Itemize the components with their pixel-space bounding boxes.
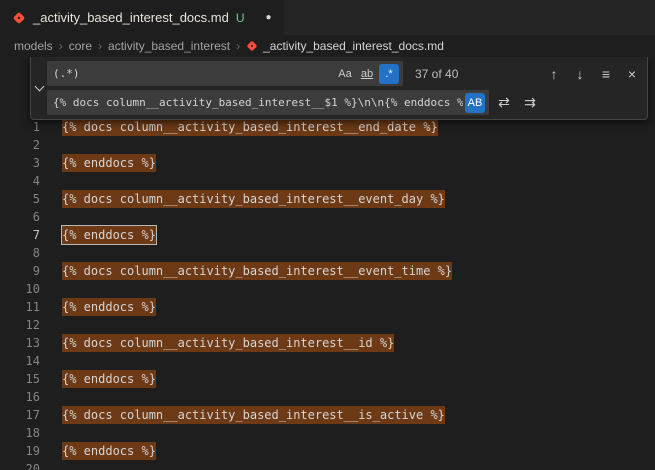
dbt-file-icon [246, 40, 258, 52]
chevron-down-icon [34, 82, 44, 92]
editor[interactable]: 1 {% docs column__activity_based_interes… [0, 57, 655, 470]
editor-line[interactable]: 15 {% enddocs %} [0, 370, 655, 388]
breadcrumb: models › core › activity_based_interest … [0, 35, 655, 57]
code-text[interactable]: {% enddocs %} [62, 154, 156, 172]
line-number: 20 [0, 460, 40, 470]
next-match-icon[interactable]: ↓ [569, 63, 591, 85]
editor-line[interactable]: 5 {% docs column__activity_based_interes… [0, 190, 655, 208]
code-text[interactable]: {% enddocs %} [62, 226, 156, 244]
line-number: 16 [0, 388, 40, 406]
editor-line[interactable]: 18 [0, 424, 655, 442]
editor-line[interactable]: 14 [0, 352, 655, 370]
preserve-case-toggle[interactable]: AB [465, 93, 485, 113]
replace-input[interactable]: {% docs column__activity_based_interest_… [47, 90, 489, 115]
find-in-selection-icon[interactable]: ≡ [595, 63, 617, 85]
line-number: 5 [0, 190, 40, 208]
tab-bar: _activity_based_interest_docs.md U ● [0, 0, 655, 35]
unsaved-dot[interactable]: ● [266, 12, 272, 23]
line-number: 14 [0, 352, 40, 370]
editor-line[interactable]: 20 [0, 460, 655, 470]
line-number: 2 [0, 136, 40, 154]
line-number: 3 [0, 154, 40, 172]
chevron-right-icon: › [236, 39, 240, 53]
code-text[interactable]: {% enddocs %} [62, 442, 156, 460]
tab-filename: _activity_based_interest_docs.md [33, 10, 229, 25]
editor-line[interactable]: 16 [0, 388, 655, 406]
find-input[interactable]: (.*) Aa ab .* [47, 61, 403, 86]
editor-line[interactable]: 9 {% docs column__activity_based_interes… [0, 262, 655, 280]
editor-line[interactable]: 13 {% docs column__activity_based_intere… [0, 334, 655, 352]
whole-word-toggle[interactable]: ab [357, 64, 377, 84]
find-rows: (.*) Aa ab .* 37 of 40 ↑ ↓ ≡ × {% docs c… [47, 57, 647, 119]
tab-activity-docs[interactable]: _activity_based_interest_docs.md U ● [0, 0, 284, 35]
line-number: 17 [0, 406, 40, 424]
line-number: 10 [0, 280, 40, 298]
line-number: 1 [0, 118, 40, 136]
line-number: 8 [0, 244, 40, 262]
code-text[interactable]: {% docs column__activity_based_interest_… [62, 406, 445, 424]
chevron-right-icon: › [98, 39, 102, 53]
breadcrumb-item-core[interactable]: core [69, 39, 92, 53]
code-text[interactable]: {% enddocs %} [62, 298, 156, 316]
editor-line[interactable]: 1 {% docs column__activity_based_interes… [0, 118, 655, 136]
find-widget: (.*) Aa ab .* 37 of 40 ↑ ↓ ≡ × {% docs c… [30, 57, 648, 120]
editor-line[interactable]: 12 [0, 316, 655, 334]
find-input-value[interactable]: (.*) [53, 67, 333, 80]
previous-match-icon[interactable]: ↑ [543, 63, 565, 85]
line-number: 9 [0, 262, 40, 280]
line-number: 18 [0, 424, 40, 442]
close-icon[interactable]: × [621, 63, 643, 85]
editor-line[interactable]: 19 {% enddocs %} [0, 442, 655, 460]
dbt-file-icon [12, 11, 26, 25]
find-row: (.*) Aa ab .* 37 of 40 ↑ ↓ ≡ × [47, 61, 643, 86]
editor-line[interactable]: 11 {% enddocs %} [0, 298, 655, 316]
code-text[interactable]: {% docs column__activity_based_interest_… [62, 190, 445, 208]
code-text[interactable]: {% docs column__activity_based_interest_… [62, 262, 452, 280]
replace-all-icon[interactable]: ⇉ [519, 92, 541, 114]
match-count: 37 of 40 [415, 67, 458, 81]
breadcrumb-item-models[interactable]: models [14, 39, 53, 53]
line-number: 11 [0, 298, 40, 316]
git-status-badge: U [236, 11, 245, 25]
line-number: 19 [0, 442, 40, 460]
editor-line[interactable]: 8 [0, 244, 655, 262]
toggle-replace-chevron-icon[interactable] [31, 57, 47, 119]
line-number: 12 [0, 316, 40, 334]
line-number: 4 [0, 172, 40, 190]
line-number: 15 [0, 370, 40, 388]
vscode-window: _activity_based_interest_docs.md U ● mod… [0, 0, 655, 470]
replace-input-value[interactable]: {% docs column__activity_based_interest_… [53, 96, 463, 109]
editor-line[interactable]: 3 {% enddocs %} [0, 154, 655, 172]
code-text[interactable]: {% enddocs %} [62, 370, 156, 388]
editor-line[interactable]: 17 {% docs column__activity_based_intere… [0, 406, 655, 424]
code-text[interactable]: {% docs column__activity_based_interest_… [62, 334, 394, 352]
regex-toggle[interactable]: .* [379, 64, 399, 84]
code-text[interactable]: {% docs column__activity_based_interest_… [62, 118, 438, 136]
editor-line[interactable]: 7 {% enddocs %} [0, 226, 655, 244]
line-number: 6 [0, 208, 40, 226]
editor-line[interactable]: 10 [0, 280, 655, 298]
line-number: 13 [0, 334, 40, 352]
editor-line[interactable]: 6 [0, 208, 655, 226]
replace-icon[interactable]: ⇄ [493, 92, 515, 114]
editor-line[interactable]: 2 [0, 136, 655, 154]
chevron-right-icon: › [59, 39, 63, 53]
replace-row: {% docs column__activity_based_interest_… [47, 90, 643, 115]
line-number: 7 [0, 226, 40, 244]
breadcrumb-file[interactable]: _activity_based_interest_docs.md [246, 39, 444, 53]
match-case-toggle[interactable]: Aa [335, 64, 355, 84]
editor-line[interactable]: 4 [0, 172, 655, 190]
breadcrumb-item-activity-based-interest[interactable]: activity_based_interest [108, 39, 230, 53]
breadcrumb-file-label: _activity_based_interest_docs.md [263, 39, 444, 53]
